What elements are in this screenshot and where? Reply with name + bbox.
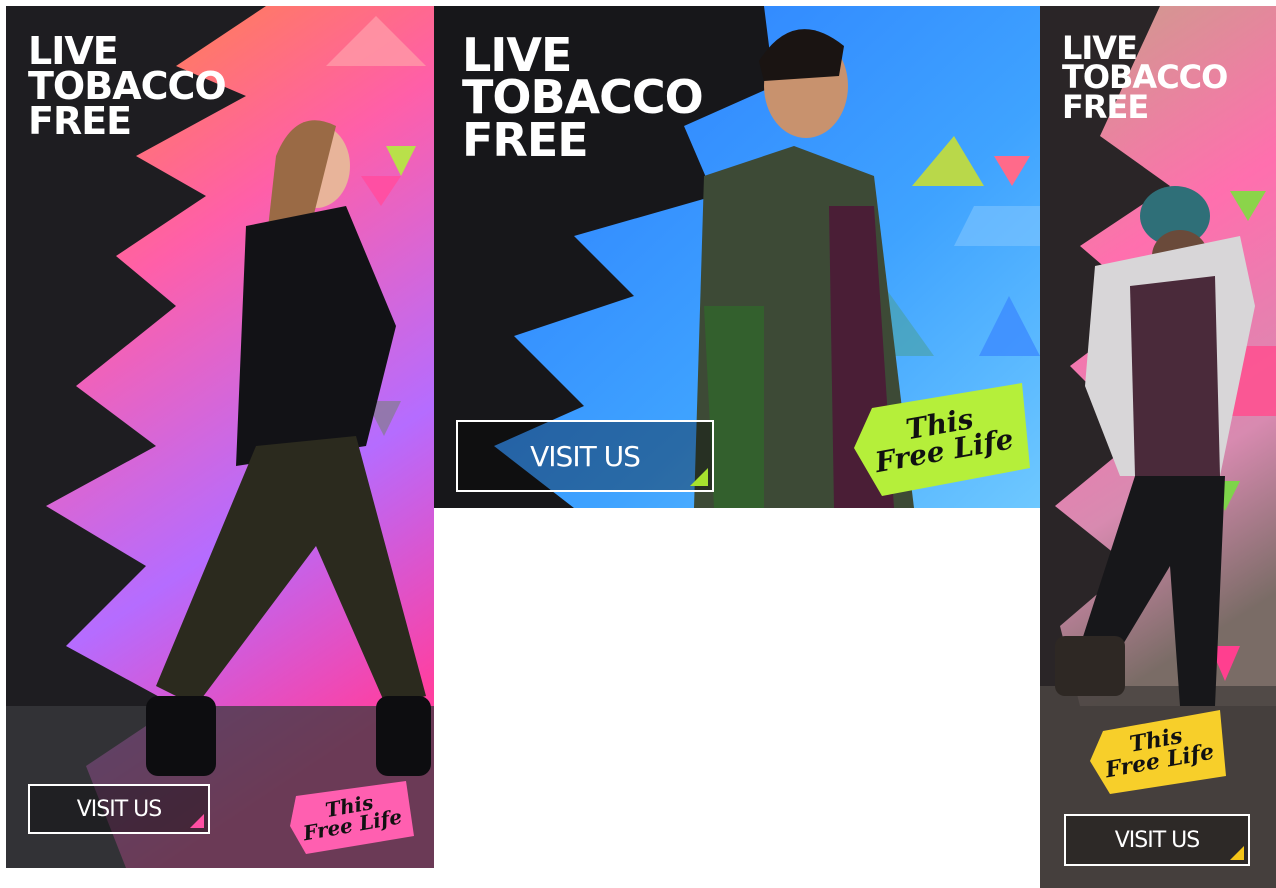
this-free-life-logo[interactable]: This Free Life bbox=[1088, 706, 1228, 796]
banner-ad-left[interactable]: LIVE TOBACCO FREE VISIT US This Free Lif… bbox=[6, 6, 434, 868]
this-free-life-logo[interactable]: This Free Life bbox=[286, 776, 416, 856]
visit-us-label: VISIT US bbox=[530, 439, 641, 473]
banner-ad-right[interactable]: LIVE TOBACCO FREE This Free Life VISIT U… bbox=[1040, 6, 1276, 888]
visit-us-label: VISIT US bbox=[1114, 827, 1200, 853]
banner-ad-middle[interactable]: LIVE TOBACCO FREE VISIT US This Free Lif… bbox=[434, 6, 1040, 508]
visit-us-button[interactable]: VISIT US bbox=[1064, 814, 1250, 866]
ad-headline: LIVE TOBACCO FREE bbox=[28, 32, 227, 143]
headline-line: FREE bbox=[462, 112, 589, 167]
ad-headline: LIVE TOBACCO FREE bbox=[1062, 32, 1228, 126]
this-free-life-logo[interactable]: This Free Life bbox=[852, 378, 1032, 498]
visit-us-button[interactable]: VISIT US bbox=[28, 784, 210, 834]
visit-us-label: VISIT US bbox=[76, 796, 162, 822]
visit-us-button[interactable]: VISIT US bbox=[456, 420, 714, 492]
corner-triangle-icon bbox=[1230, 846, 1244, 860]
ad-headline: LIVE TOBACCO FREE bbox=[462, 32, 704, 167]
headline-line: FREE bbox=[28, 98, 132, 143]
corner-triangle-icon bbox=[690, 468, 708, 486]
headline-line: FREE bbox=[1062, 87, 1149, 126]
corner-triangle-icon bbox=[190, 814, 204, 828]
